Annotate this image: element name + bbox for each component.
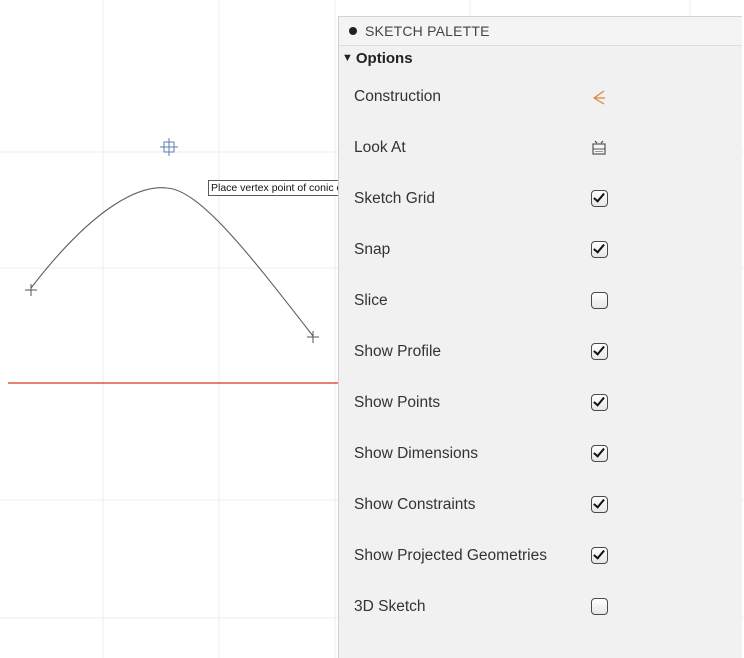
start-point-marker[interactable]: [25, 284, 37, 296]
show-constraints-checkbox[interactable]: [591, 496, 608, 513]
row-snap: Snap: [339, 224, 742, 275]
row-show-points: Show Points: [339, 377, 742, 428]
row-label: Show Dimensions: [354, 445, 479, 462]
row-sketch-grid: Sketch Grid: [339, 173, 742, 224]
show-profile-checkbox[interactable]: [591, 343, 608, 360]
construction-toggle[interactable]: [589, 87, 609, 107]
row-label: Show Constraints: [354, 496, 476, 513]
collapse-arrow-icon[interactable]: ▼: [342, 52, 353, 64]
show-dimensions-checkbox[interactable]: [591, 445, 608, 462]
look-at-button[interactable]: [589, 138, 609, 158]
show-points-checkbox[interactable]: [591, 394, 608, 411]
row-label: Slice: [354, 292, 388, 309]
construction-icon[interactable]: [589, 87, 609, 107]
row-label: Show Points: [354, 394, 441, 411]
palette-grip-icon[interactable]: [349, 27, 357, 35]
end-point-marker[interactable]: [307, 331, 319, 343]
row-label: Show Profile: [354, 343, 442, 360]
look-at-icon[interactable]: [589, 138, 609, 158]
cursor-crosshair-icon: [160, 138, 178, 156]
options-label: Options: [355, 49, 413, 67]
row-label: Construction: [354, 88, 442, 105]
row-show-dimensions: Show Dimensions: [339, 428, 742, 479]
row-show-constraints: Show Constraints: [339, 479, 742, 530]
show-projected-geometries-checkbox[interactable]: [591, 547, 608, 564]
options-section-header[interactable]: ▼ Options: [339, 45, 742, 71]
row-show-profile: Show Profile: [339, 326, 742, 377]
sketch-grid-checkbox[interactable]: [591, 190, 608, 207]
sketch-palette: SKETCH PALETTE ▼ Options Construction Lo…: [338, 16, 742, 658]
row-3d-sketch: 3D Sketch: [339, 581, 742, 632]
palette-title-bar[interactable]: SKETCH PALETTE: [339, 17, 742, 46]
row-label: Look At: [354, 139, 406, 156]
row-construction: Construction: [339, 71, 742, 122]
row-show-projected-geometries: Show Projected Geometries: [339, 530, 742, 581]
palette-title: SKETCH PALETTE: [365, 23, 490, 39]
slice-checkbox[interactable]: [591, 292, 608, 309]
row-label: Snap: [354, 241, 391, 258]
row-slice: Slice: [339, 275, 742, 326]
snap-checkbox[interactable]: [591, 241, 608, 258]
conic-curve[interactable]: [30, 187, 314, 337]
row-look-at: Look At: [339, 122, 742, 173]
3d-sketch-checkbox[interactable]: [591, 598, 608, 615]
row-label: Show Projected Geometries: [354, 547, 547, 564]
row-label: 3D Sketch: [354, 598, 426, 615]
row-label: Sketch Grid: [354, 190, 435, 207]
